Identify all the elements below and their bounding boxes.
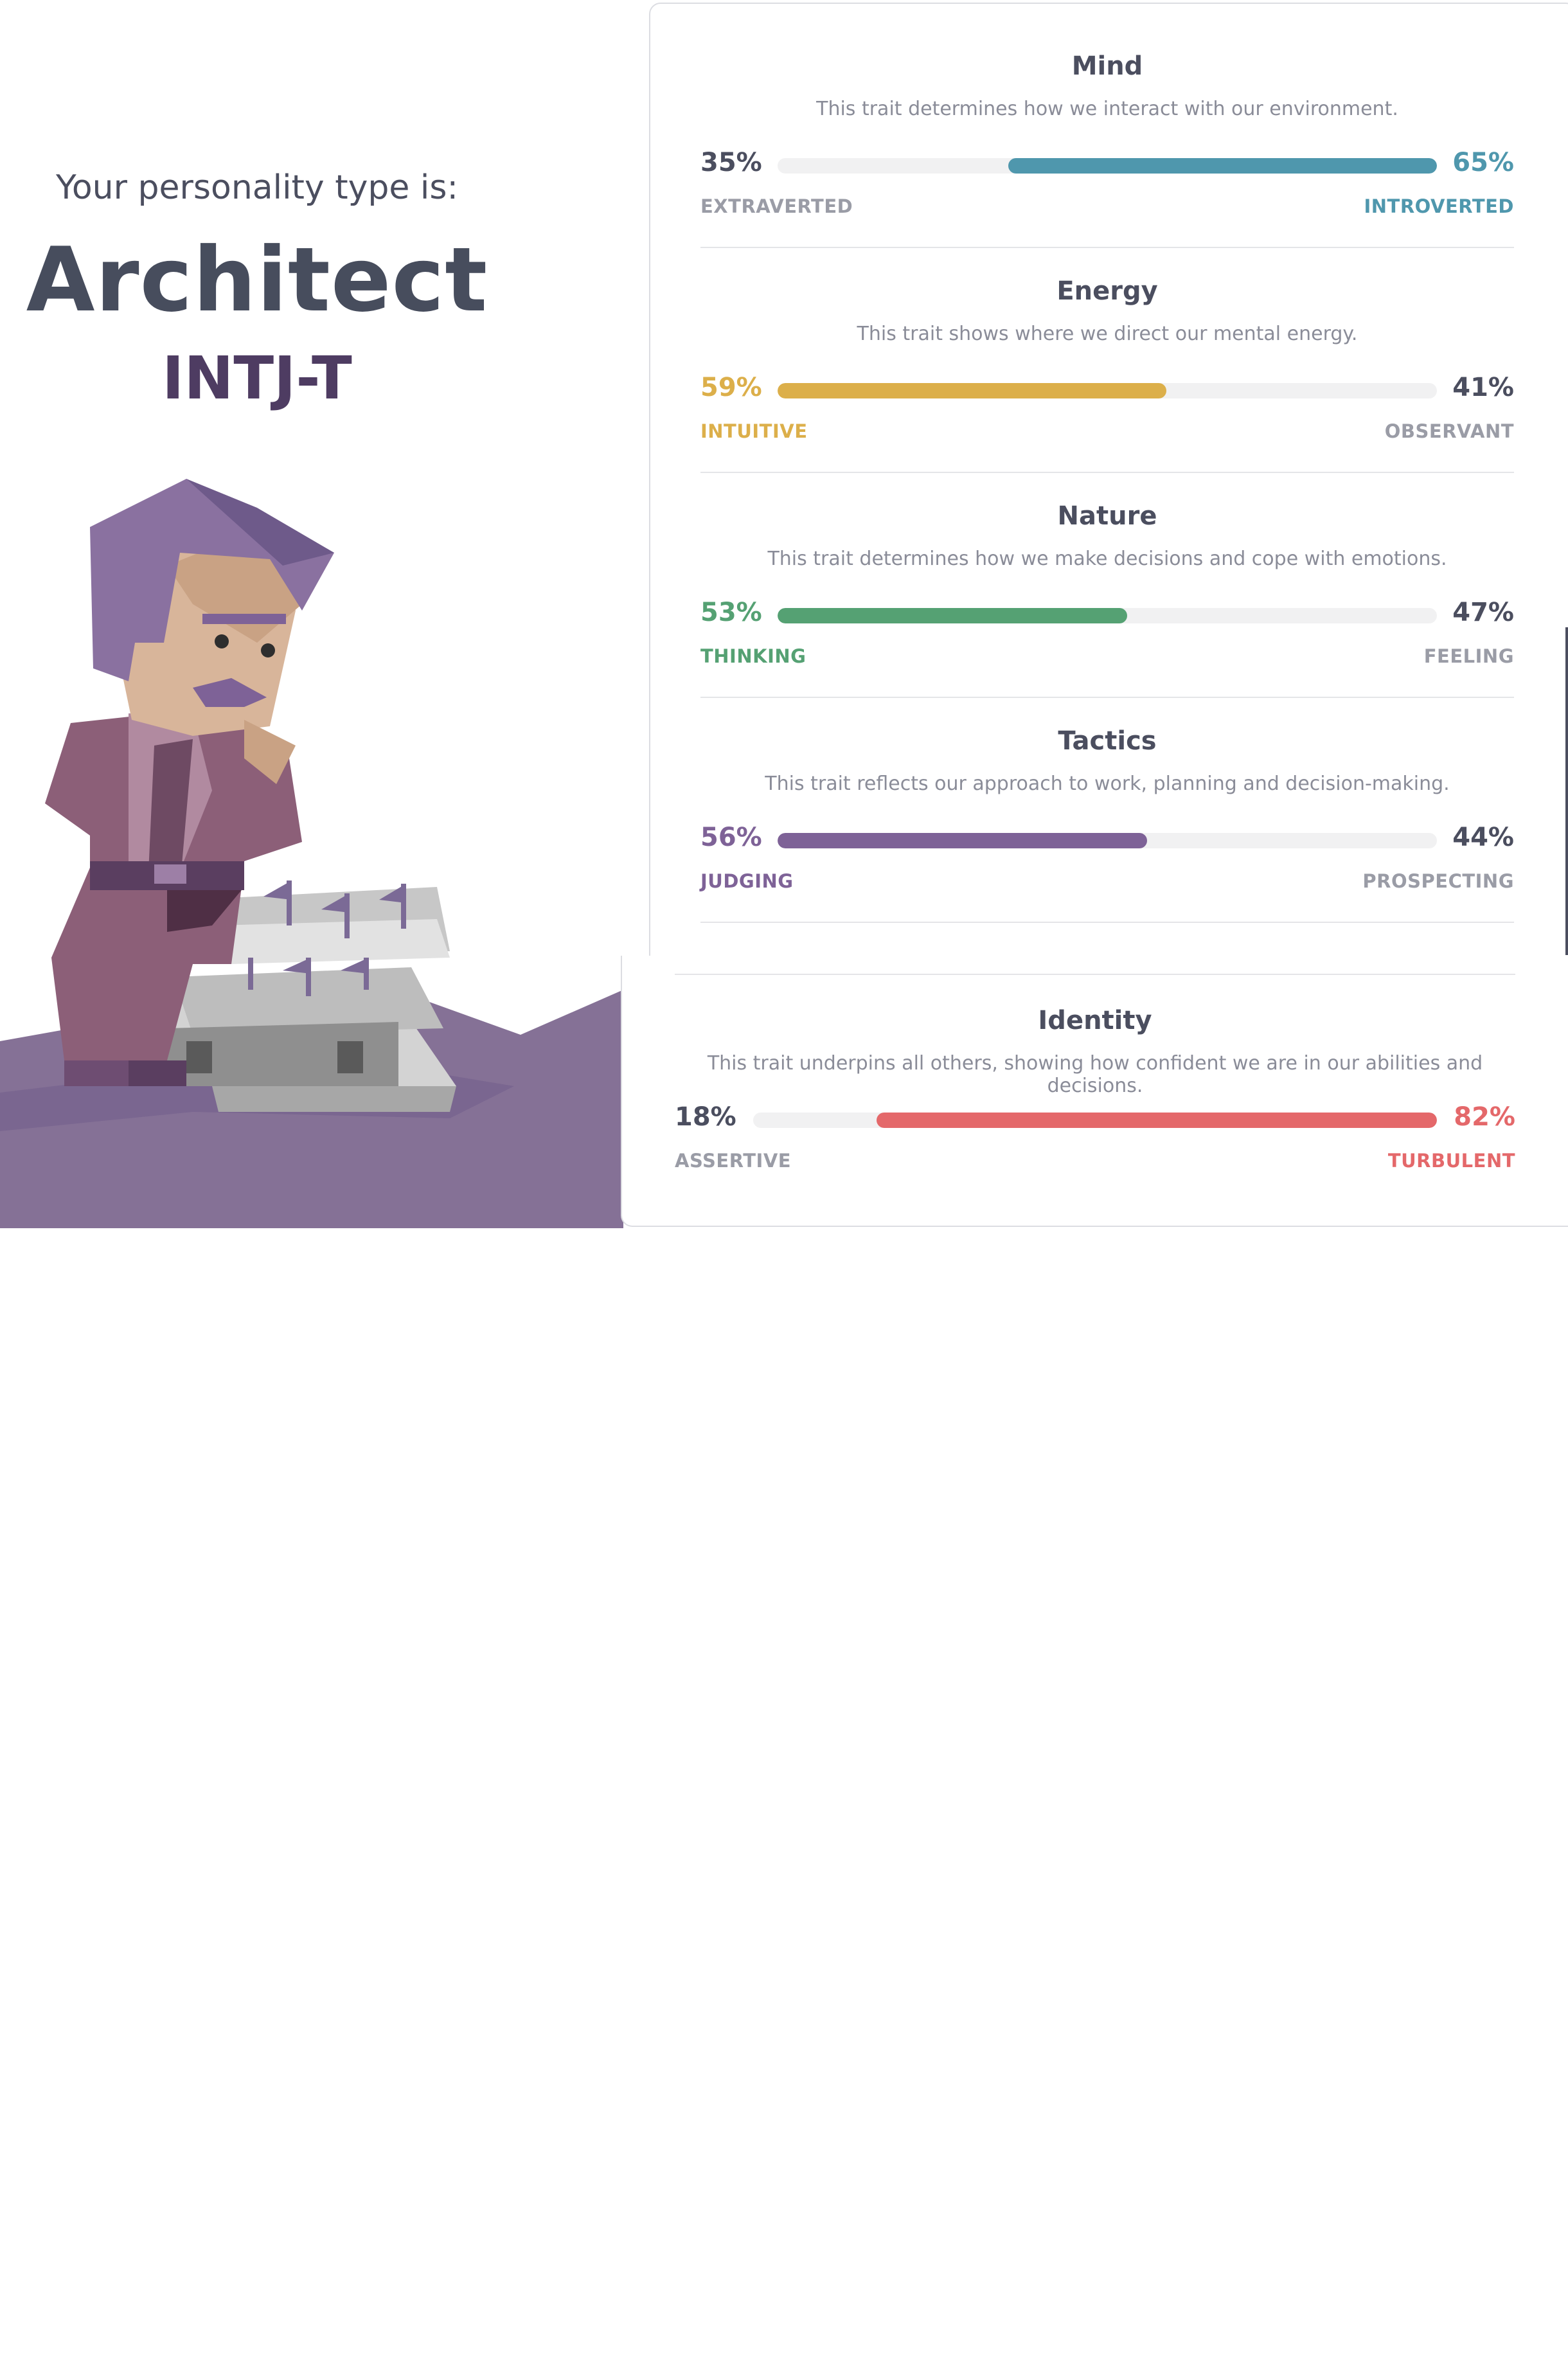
trait-bar bbox=[778, 833, 1437, 848]
personality-type-code: INTJ-T bbox=[162, 344, 352, 413]
trait-description: This trait shows where we direct our men… bbox=[857, 323, 1358, 345]
trait-right-label: INTROVERTED bbox=[1364, 195, 1514, 217]
trait-right-percent: 41% bbox=[1452, 373, 1514, 402]
trait-title: Energy bbox=[1056, 276, 1158, 306]
trait-description: This trait determines how we interact wi… bbox=[816, 98, 1398, 120]
trait-right-label: OBSERVANT bbox=[1384, 420, 1514, 442]
trait-left-label: ASSERTIVE bbox=[675, 1150, 792, 1172]
identity-divider bbox=[675, 974, 1515, 975]
trait-bar bbox=[778, 158, 1437, 174]
trait-description: This trait underpins all others, showing… bbox=[707, 1052, 1483, 1097]
trait-bar-fill bbox=[778, 383, 1167, 398]
trait-bar-fill bbox=[1008, 158, 1437, 174]
trait-title: Mind bbox=[1071, 51, 1143, 81]
trait-title: Identity bbox=[1038, 1006, 1152, 1035]
trait-nature: Nature This trait determines how we make… bbox=[700, 501, 1514, 726]
trait-bar bbox=[778, 383, 1437, 398]
trait-bar-fill bbox=[778, 608, 1127, 623]
trait-identity: Identity This trait underpins all others… bbox=[675, 1006, 1515, 1231]
trait-right-percent: 44% bbox=[1452, 823, 1514, 852]
type-summary-panel: Your personality type is: Architect INTJ… bbox=[0, 0, 643, 1228]
trait-right-label: TURBULENT bbox=[1387, 1150, 1515, 1172]
trait-divider bbox=[700, 247, 1514, 248]
trait-right-percent: 65% bbox=[1452, 148, 1514, 177]
trait-bar bbox=[753, 1113, 1437, 1128]
trait-bar-fill bbox=[778, 833, 1147, 848]
trait-divider bbox=[700, 472, 1514, 473]
architect-illustration bbox=[0, 479, 623, 1228]
trait-tactics: Tactics This trait reflects our approach… bbox=[700, 726, 1514, 951]
trait-energy: Energy This trait shows where we direct … bbox=[700, 276, 1514, 501]
trait-bar-fill bbox=[876, 1113, 1437, 1128]
trait-mind: Mind This trait determines how we intera… bbox=[700, 51, 1514, 276]
trait-right-percent: 82% bbox=[1454, 1102, 1515, 1132]
trait-divider bbox=[700, 697, 1514, 698]
trait-right-label: PROSPECTING bbox=[1362, 870, 1514, 892]
trait-description: This trait reflects our approach to work… bbox=[765, 773, 1450, 795]
trait-divider bbox=[700, 922, 1514, 923]
personality-intro-text: Your personality type is: bbox=[56, 168, 458, 207]
trait-title: Tactics bbox=[1058, 726, 1157, 756]
trait-description: This trait determines how we make decisi… bbox=[767, 548, 1447, 570]
trait-right-label: FEELING bbox=[1423, 645, 1514, 667]
trait-bar bbox=[778, 608, 1437, 623]
trait-title: Nature bbox=[1057, 501, 1157, 531]
personality-type-name: Architect bbox=[26, 228, 488, 332]
trait-right-percent: 47% bbox=[1452, 598, 1514, 627]
scrollbar-edge[interactable] bbox=[1565, 627, 1568, 955]
